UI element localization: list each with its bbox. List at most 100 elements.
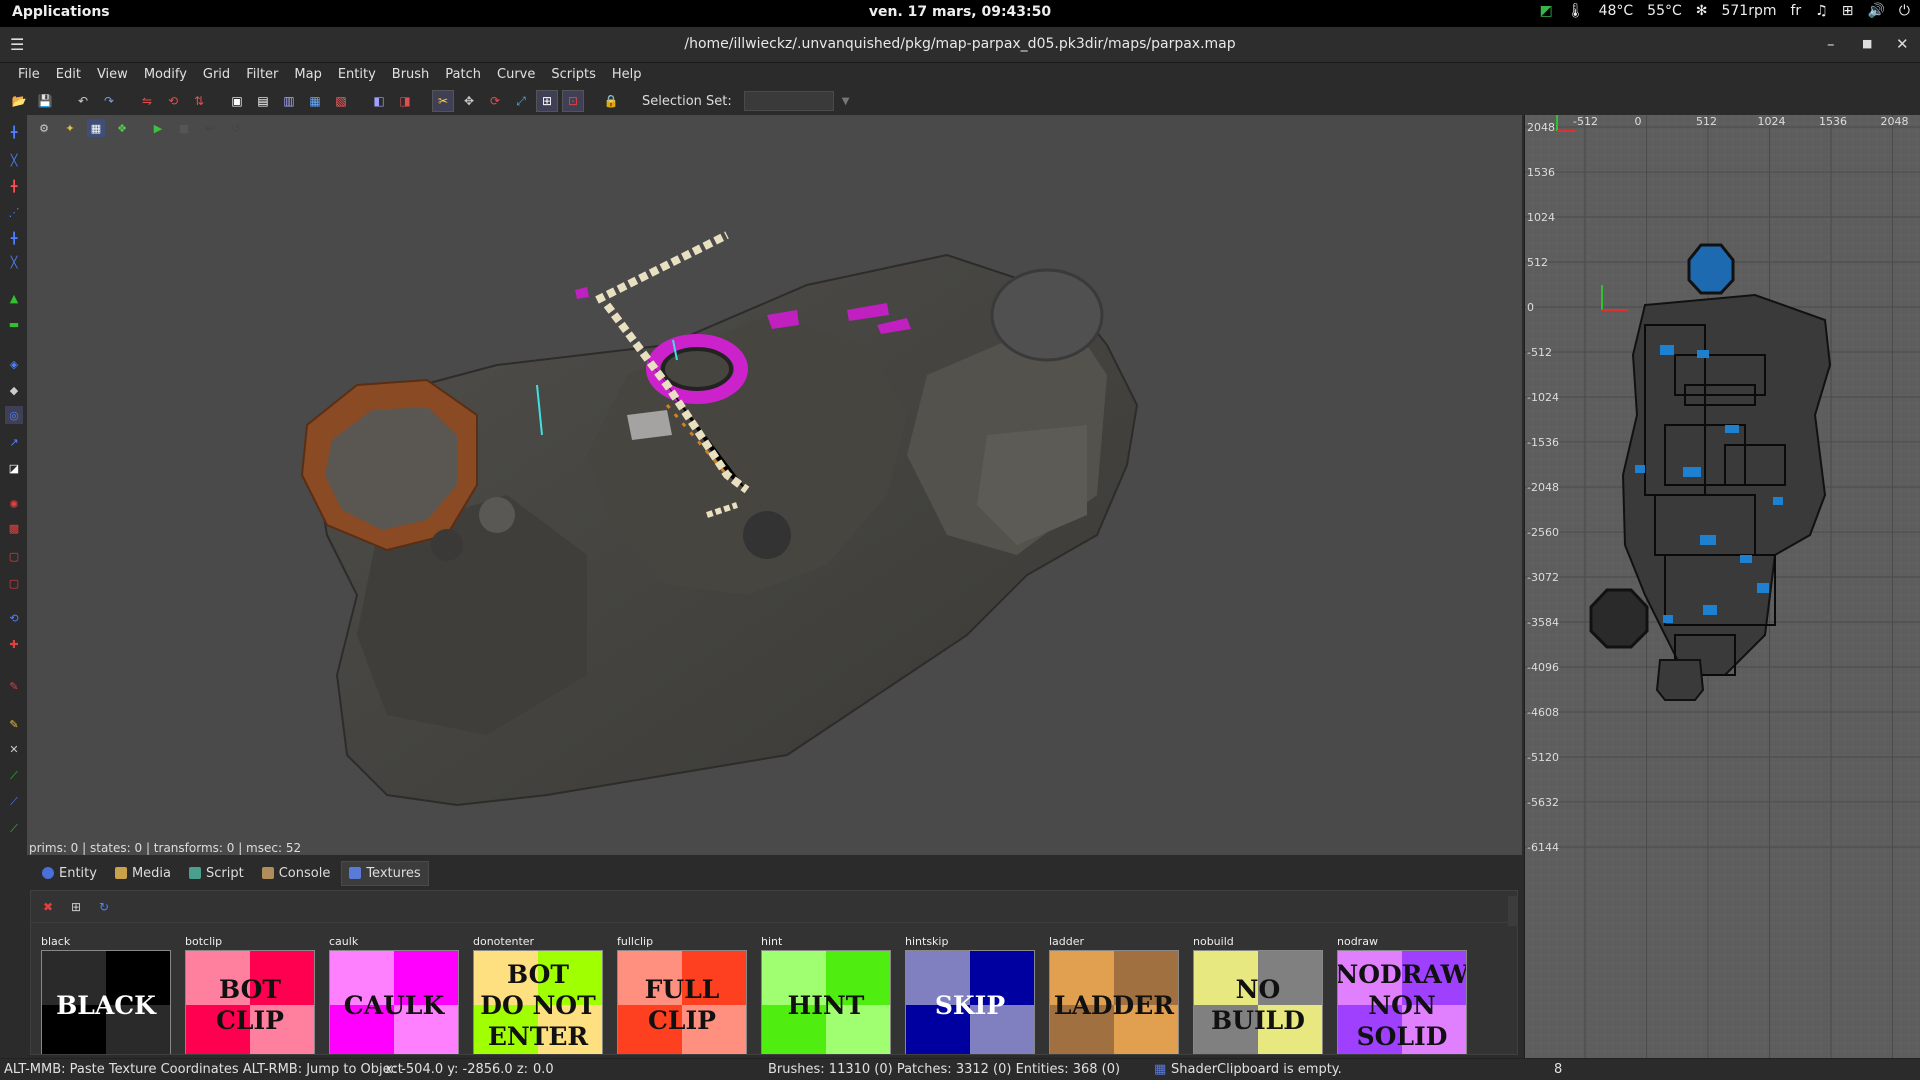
- play-icon[interactable]: ▶: [149, 119, 167, 137]
- brush-red2-icon[interactable]: ▢: [5, 574, 23, 592]
- reload-icon[interactable]: ↺: [227, 119, 245, 137]
- ruler-icon[interactable]: ⟋: [5, 767, 23, 785]
- tab-script[interactable]: Script: [182, 862, 251, 885]
- texture-filter-icon[interactable]: ✖: [39, 898, 57, 916]
- maximize-icon[interactable]: ■: [1862, 37, 1872, 50]
- rotate-x-icon[interactable]: ⟲: [162, 90, 184, 112]
- music-icon[interactable]: ♫: [1815, 3, 1828, 19]
- grid-tool-icon[interactable]: ◈: [5, 355, 23, 373]
- stop-icon[interactable]: ■: [175, 119, 193, 137]
- tab-media[interactable]: Media: [108, 862, 178, 885]
- curve-tool-icon[interactable]: ↗: [5, 433, 23, 451]
- menu-grid[interactable]: Grid: [195, 63, 238, 87]
- flip-x-icon[interactable]: ⇋: [136, 90, 158, 112]
- measure-icon[interactable]: ⟋: [5, 793, 23, 811]
- step-icon[interactable]: ⏭: [201, 119, 219, 137]
- texture-thumbnail[interactable]: BOT DO NOT ENTER: [473, 950, 603, 1054]
- csg-icon[interactable]: ▧: [330, 90, 352, 112]
- tab-textures[interactable]: Textures: [341, 860, 429, 886]
- csg-merge-icon[interactable]: ◨: [394, 90, 416, 112]
- menu-scripts[interactable]: Scripts: [543, 63, 603, 87]
- model-tool-icon[interactable]: ▩: [5, 519, 23, 537]
- brush-select-icon[interactable]: ▣: [226, 90, 248, 112]
- chevron-down-icon[interactable]: ▼: [842, 96, 850, 107]
- texture-item-ladder[interactable]: ladder LADDER: [1049, 935, 1179, 1054]
- xy-2d-view[interactable]: -512051210241536204825602048153610245120…: [1524, 115, 1920, 1060]
- clipper-icon[interactable]: ✂: [432, 90, 454, 112]
- close-icon[interactable]: ✕: [1896, 35, 1909, 53]
- minimize-icon[interactable]: –: [1827, 35, 1835, 53]
- pencil-icon[interactable]: ✎: [5, 677, 23, 695]
- menu-filter[interactable]: Filter: [238, 63, 286, 87]
- texture-thumbnail[interactable]: LADDER: [1049, 950, 1179, 1054]
- selection-set-combo[interactable]: [743, 91, 834, 111]
- texture-thumbnail[interactable]: BOT CLIP: [185, 950, 315, 1054]
- undo-icon[interactable]: ↶: [72, 90, 94, 112]
- keyboard-layout[interactable]: fr: [1791, 3, 1802, 19]
- split-icon[interactable]: ⋰: [5, 203, 23, 221]
- path-icon[interactable]: ⟋: [5, 820, 23, 838]
- axis-z-icon[interactable]: ╋: [5, 177, 23, 195]
- menu-map[interactable]: Map: [286, 63, 329, 87]
- texture-thumbnail[interactable]: CAULK: [329, 950, 459, 1054]
- applications-menu[interactable]: Applications: [12, 4, 110, 20]
- flip-y-icon[interactable]: ⇅: [188, 90, 210, 112]
- menu-patch[interactable]: Patch: [437, 63, 489, 87]
- mirror-tool-icon[interactable]: ◆: [5, 381, 23, 399]
- texture-mode-icon[interactable]: ▦: [87, 119, 105, 137]
- texture-refresh-icon[interactable]: ↻: [95, 898, 113, 916]
- snap-icon[interactable]: ╳: [5, 253, 23, 271]
- network-icon[interactable]: ⊞: [1842, 3, 1854, 19]
- texture-thumbnail[interactable]: NO BUILD: [1193, 950, 1323, 1054]
- menu-help[interactable]: Help: [604, 63, 650, 87]
- menu-brush[interactable]: Brush: [384, 63, 438, 87]
- camera-3d-view[interactable]: ⚙ ✦ ▦ ❖ ▶ ■ ⏭ ↺ prims: 0 | states: 0 | t…: [27, 115, 1522, 855]
- menu-file[interactable]: File: [10, 63, 48, 87]
- texture-thumbnail[interactable]: NODRAW NON SOLID: [1337, 950, 1467, 1054]
- menu-entity[interactable]: Entity: [330, 63, 384, 87]
- lighting-icon[interactable]: ✦: [61, 119, 79, 137]
- bevel-tool-icon[interactable]: ◎: [5, 406, 23, 424]
- texture-item-nobuild[interactable]: nobuild NO BUILD: [1193, 935, 1323, 1054]
- texture-lock-icon[interactable]: 🔒: [600, 90, 622, 112]
- texture-thumbnail[interactable]: SKIP: [905, 950, 1035, 1054]
- align-icon[interactable]: ╋: [5, 229, 23, 247]
- texture-item-fullclip[interactable]: fullclip FULL CLIP: [617, 935, 747, 1054]
- translate-icon[interactable]: ✥: [458, 90, 480, 112]
- axis-y-icon[interactable]: ╳: [5, 151, 23, 169]
- nvidia-icon[interactable]: ◩: [1540, 3, 1553, 19]
- texture-item-botclip[interactable]: botclip BOT CLIP: [185, 935, 315, 1054]
- axis-x-icon[interactable]: ╋: [5, 123, 23, 141]
- light-tool-icon[interactable]: ✺: [5, 495, 23, 513]
- texture-thumbnail[interactable]: BLACK: [41, 950, 171, 1054]
- fan-speed[interactable]: 571rpm: [1721, 3, 1776, 19]
- patch-tool-icon[interactable]: ▬: [5, 315, 23, 333]
- drag-icon[interactable]: ⊞: [536, 90, 558, 112]
- paint-icon[interactable]: ✎: [5, 715, 23, 733]
- tab-entity[interactable]: Entity: [35, 862, 104, 885]
- resize-icon[interactable]: ⊡: [562, 90, 584, 112]
- texture-item-black[interactable]: black BLACK: [41, 935, 171, 1054]
- brush-inside-icon[interactable]: ▥: [278, 90, 300, 112]
- power-icon[interactable]: ⏻: [1899, 3, 1910, 19]
- texture-item-hintskip[interactable]: hintskip SKIP: [905, 935, 1035, 1054]
- texture-item-caulk[interactable]: caulk CAULK: [329, 935, 459, 1054]
- menu-curve[interactable]: Curve: [489, 63, 543, 87]
- gpu-temp[interactable]: 48°C: [1599, 3, 1634, 19]
- rotate-tool-icon[interactable]: ⟲: [5, 609, 23, 627]
- tools-icon[interactable]: ✕: [5, 740, 23, 758]
- tab-console[interactable]: Console: [255, 862, 338, 885]
- entities-icon[interactable]: ❖: [113, 119, 131, 137]
- clock[interactable]: ven. 17 mars, 09:43:50: [869, 4, 1051, 20]
- scale-icon[interactable]: ⤢: [510, 90, 532, 112]
- brush-complete-icon[interactable]: ▦: [304, 90, 326, 112]
- entity-tool-icon[interactable]: ◪: [5, 459, 23, 477]
- texture-grid-icon[interactable]: ⊞: [67, 898, 85, 916]
- texture-item-nodraw[interactable]: nodraw NODRAW NON SOLID: [1337, 935, 1467, 1054]
- green-tool-icon[interactable]: ▲: [5, 289, 23, 307]
- rotate-icon[interactable]: ⟳: [484, 90, 506, 112]
- menu-view[interactable]: View: [89, 63, 136, 87]
- cpu-temp[interactable]: 55°C: [1647, 3, 1682, 19]
- open-icon[interactable]: 📂: [8, 90, 30, 112]
- volume-icon[interactable]: 🔊: [1867, 3, 1884, 19]
